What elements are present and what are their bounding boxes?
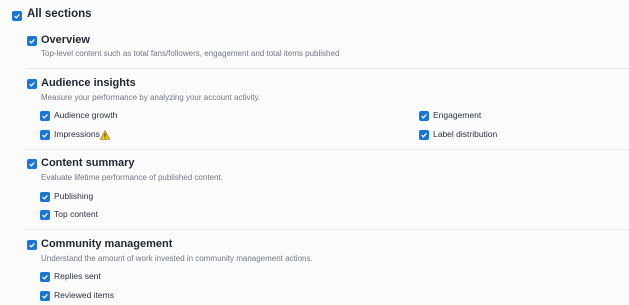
overview-checkbox[interactable] bbox=[27, 36, 37, 46]
section-description-content-summary: Evaluate lifetime performance of publish… bbox=[41, 173, 223, 182]
section-title-community-management: Community management bbox=[41, 238, 173, 250]
divider bbox=[26, 229, 629, 230]
reviewed-items-label: Reviewed items bbox=[54, 290, 114, 300]
publishing-checkbox[interactable] bbox=[40, 192, 50, 202]
label-distribution-checkbox[interactable] bbox=[419, 130, 429, 140]
engagement-label: Engagement bbox=[433, 110, 482, 120]
warning-icon[interactable] bbox=[100, 130, 110, 140]
replies-sent-checkbox[interactable] bbox=[40, 272, 50, 282]
all-sections-checkbox[interactable] bbox=[12, 11, 22, 21]
section-title-content-summary: Content summary bbox=[41, 157, 135, 169]
section-description-community-management: Understand the amount of work invested i… bbox=[41, 254, 313, 263]
impressions-label: Impressions bbox=[54, 129, 100, 139]
publishing-label: Publishing bbox=[54, 191, 94, 201]
section-description-overview: Top-level content such as total fans/fol… bbox=[41, 49, 340, 58]
replies-sent-label: Replies sent bbox=[54, 271, 101, 281]
label-distribution-label: Label distribution bbox=[433, 129, 498, 139]
divider bbox=[26, 68, 629, 69]
impressions-checkbox[interactable] bbox=[40, 130, 50, 140]
section-title-audience-insights: Audience insights bbox=[41, 77, 136, 89]
section-description-audience-insights: Measure your performance by analyzing yo… bbox=[41, 93, 261, 102]
engagement-checkbox[interactable] bbox=[419, 111, 429, 121]
audience-growth-label: Audience growth bbox=[54, 110, 118, 120]
all-sections-label: All sections bbox=[27, 8, 92, 20]
section-title-overview: Overview bbox=[41, 34, 90, 46]
divider bbox=[26, 149, 629, 150]
top-content-label: Top content bbox=[54, 209, 98, 219]
community-management-checkbox[interactable] bbox=[27, 240, 37, 250]
audience-growth-checkbox[interactable] bbox=[40, 111, 50, 121]
audience-insights-checkbox[interactable] bbox=[27, 79, 37, 89]
reviewed-items-checkbox[interactable] bbox=[40, 291, 50, 301]
top-content-checkbox[interactable] bbox=[40, 210, 50, 220]
content-summary-checkbox[interactable] bbox=[27, 159, 37, 169]
